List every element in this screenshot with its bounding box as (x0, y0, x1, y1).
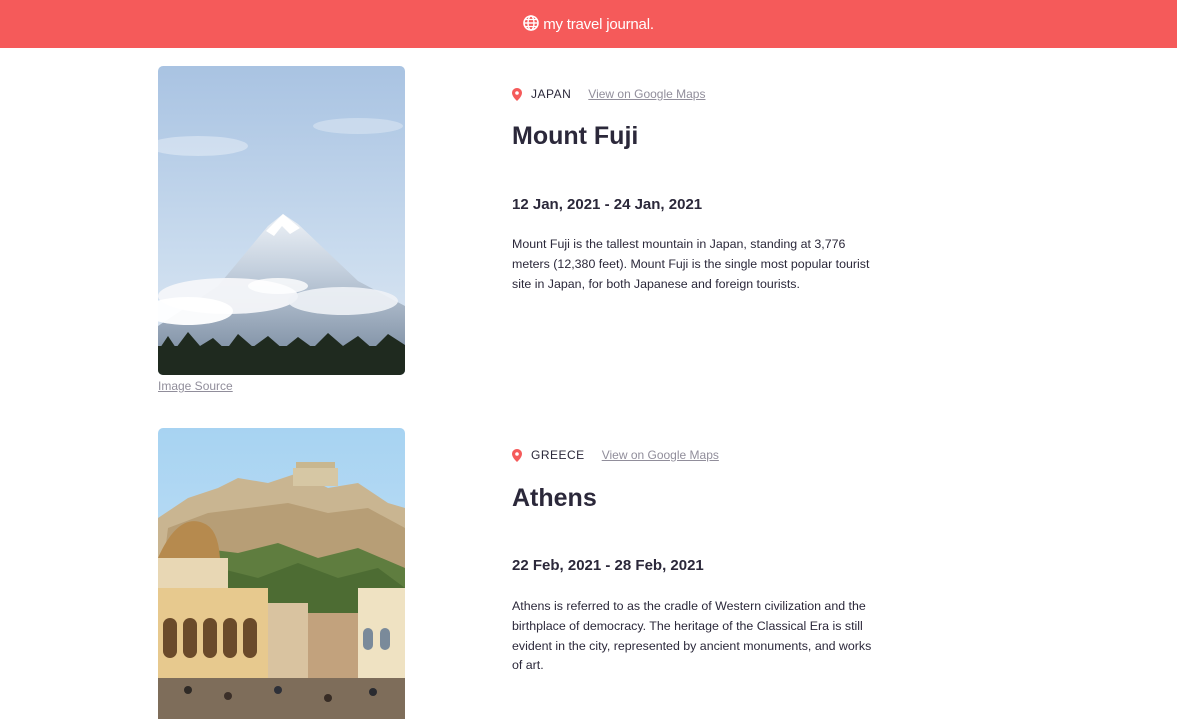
trip-dates: 22 Feb, 2021 - 28 Feb, 2021 (512, 557, 704, 574)
entry-location: JAPAN View on Google Maps (512, 87, 705, 101)
country-label: GREECE (531, 448, 585, 462)
app-header: my travel journal. (0, 0, 1177, 48)
entry-photo (158, 66, 405, 375)
google-maps-link[interactable]: View on Google Maps (588, 87, 705, 101)
globe-icon (523, 14, 539, 31)
entry-location: GREECE View on Google Maps (512, 448, 719, 462)
place-description: Athens is referred to as the cradle of W… (512, 599, 872, 673)
place-description: Mount Fuji is the tallest mountain in Ja… (512, 237, 870, 291)
trip-dates: 12 Jan, 2021 - 24 Jan, 2021 (512, 196, 703, 213)
entry-photo (158, 428, 405, 719)
app-title: my travel journal. (543, 15, 654, 33)
map-pin-icon (512, 87, 522, 101)
map-pin-icon (512, 448, 522, 462)
google-maps-link[interactable]: View on Google Maps (602, 448, 719, 462)
place-title: Athens (512, 484, 597, 512)
country-label: JAPAN (531, 87, 572, 101)
image-source-link[interactable]: Image Source (158, 379, 233, 393)
place-title: Mount Fuji (512, 122, 639, 150)
